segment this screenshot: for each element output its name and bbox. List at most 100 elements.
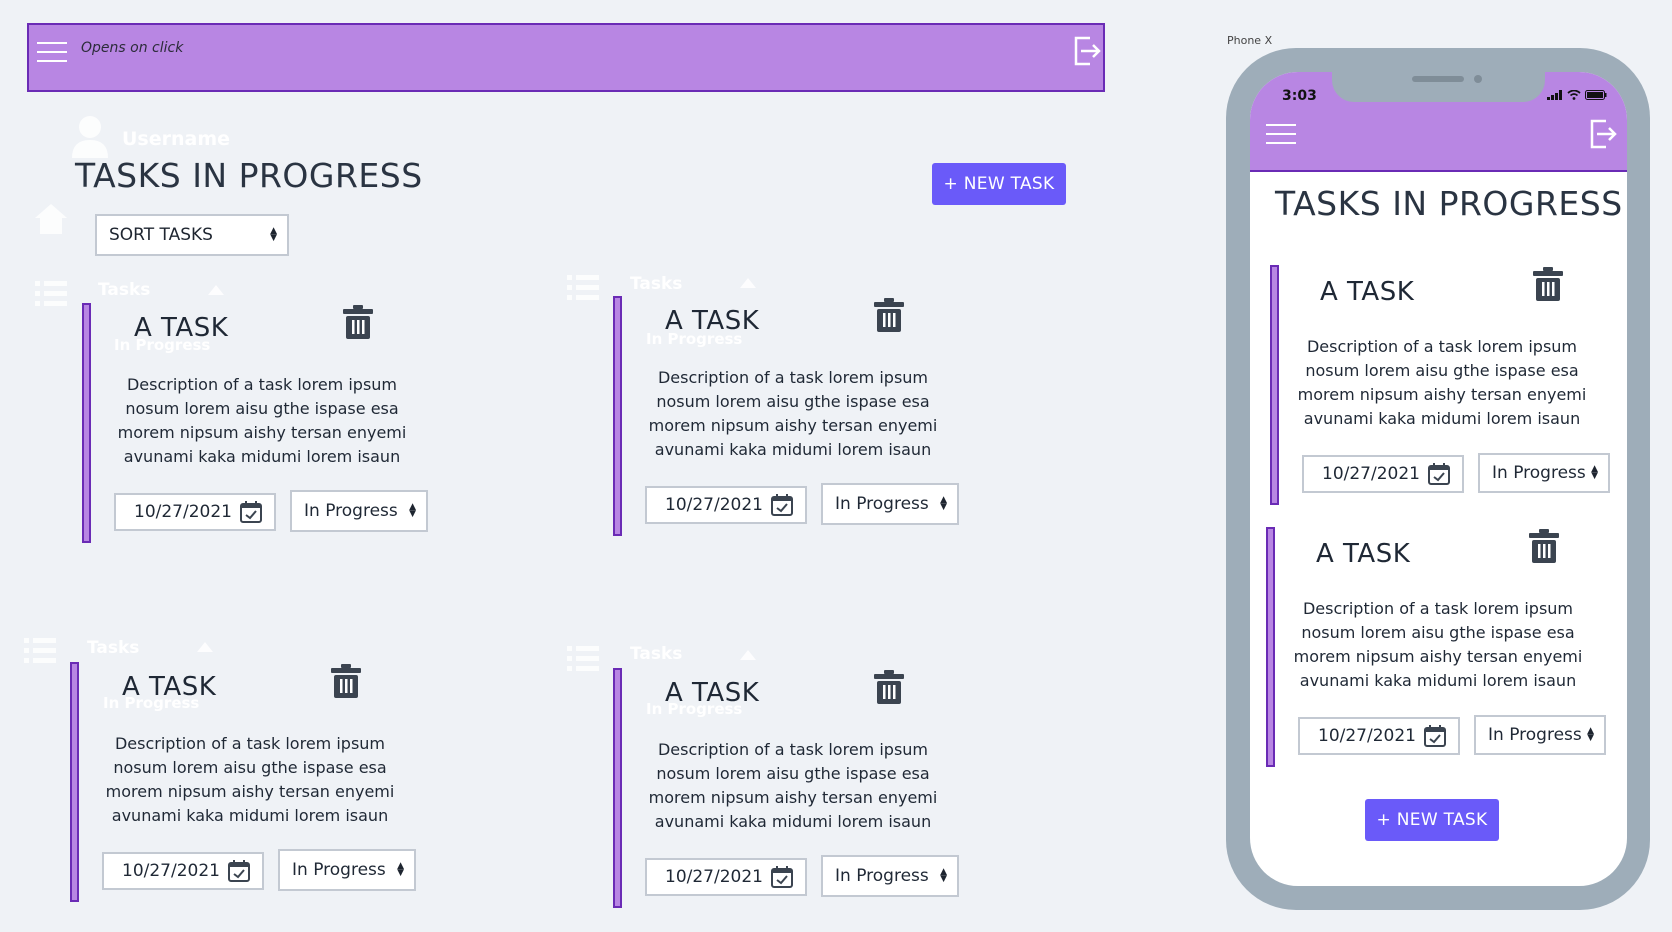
phone-nav-bar: 3:03	[1250, 72, 1627, 172]
top-nav-bar: Opens on click	[27, 23, 1105, 92]
calendar-icon[interactable]	[1424, 725, 1446, 747]
task-title: A TASK	[1316, 539, 1411, 569]
task-date-field[interactable]: 10/27/2021	[1302, 455, 1464, 493]
task-date: 10/27/2021	[134, 502, 232, 522]
sort-tasks-label: SORT TASKS	[109, 225, 213, 245]
camera	[1474, 75, 1482, 83]
phone-notch	[1332, 72, 1545, 102]
task-status-select[interactable]: In Progress ▲ ▼	[278, 849, 416, 891]
task-title: A TASK	[665, 306, 760, 336]
trash-icon[interactable]	[1528, 529, 1560, 563]
battery-icon	[1585, 90, 1607, 100]
task-description: Description of a task lorem ipsum nosum …	[1297, 337, 1587, 428]
speaker	[1412, 76, 1464, 82]
task-description: Description of a task lorem ipsum nosum …	[648, 368, 938, 459]
task-description: Description of a task lorem ipsum nosum …	[1293, 599, 1583, 690]
task-card: A TASK Description of a task lorem ipsum…	[1270, 265, 1610, 505]
user-icon	[72, 116, 108, 158]
ghost-tasks-label: Tasks	[98, 280, 151, 300]
select-arrows-icon: ▲ ▼	[1591, 464, 1598, 481]
task-title: A TASK	[1320, 277, 1415, 307]
task-date: 10/27/2021	[1318, 726, 1416, 746]
list-icon	[567, 646, 599, 671]
device-label: Phone X	[1227, 34, 1273, 47]
task-accent-bar	[70, 662, 79, 902]
phone-screen: 3:03 TASKS IN PROGRESS A TASK Descriptio…	[1250, 72, 1627, 886]
page-title: TASKS IN PROGRESS	[75, 156, 423, 195]
list-icon	[24, 638, 56, 663]
task-status-select[interactable]: In Progress ▲ ▼	[821, 483, 959, 525]
status-time: 3:03	[1282, 88, 1317, 104]
hamburger-icon[interactable]	[37, 42, 67, 62]
task-description: Description of a task lorem ipsum nosum …	[105, 734, 395, 825]
task-status-select[interactable]: In Progress ▲ ▼	[290, 490, 428, 532]
select-arrows-icon: ▲ ▼	[397, 861, 404, 878]
task-status: In Progress	[304, 501, 398, 521]
trash-icon[interactable]	[873, 298, 905, 332]
list-icon	[35, 281, 67, 306]
task-status-select[interactable]: In Progress ▲ ▼	[821, 855, 959, 897]
calendar-icon[interactable]	[1428, 463, 1450, 485]
task-status: In Progress	[835, 866, 929, 886]
task-accent-bar	[613, 296, 622, 536]
trash-icon[interactable]	[1532, 267, 1564, 301]
task-status: In Progress	[1488, 725, 1582, 745]
select-arrows-icon: ▲ ▼	[409, 502, 416, 519]
task-card: A TASK Description of a task lorem ipsum…	[1266, 527, 1606, 767]
task-date: 10/27/2021	[665, 867, 763, 887]
new-task-button[interactable]: + NEW TASK	[932, 163, 1066, 205]
list-icon	[567, 275, 599, 300]
task-description: Description of a task lorem ipsum nosum …	[648, 740, 938, 831]
task-card: A TASK Description of a task lorem ipsum…	[82, 303, 442, 543]
task-accent-bar	[82, 303, 91, 543]
ghost-tasks-label: Tasks	[87, 638, 140, 658]
task-date: 10/27/2021	[665, 495, 763, 515]
select-arrows-icon: ▲ ▼	[940, 495, 947, 512]
task-card: A TASK Description of a task lorem ipsum…	[613, 668, 973, 908]
exit-icon[interactable]	[1073, 35, 1101, 67]
task-date-field[interactable]: 10/27/2021	[645, 486, 807, 524]
trash-icon[interactable]	[873, 670, 905, 704]
hamburger-icon[interactable]	[1266, 124, 1296, 144]
exit-icon[interactable]	[1589, 118, 1617, 150]
calendar-icon[interactable]	[771, 866, 793, 888]
task-date-field[interactable]: 10/27/2021	[1298, 717, 1460, 755]
task-status-select[interactable]: In Progress ▲ ▼	[1478, 453, 1610, 493]
sort-tasks-select[interactable]: SORT TASKS ▲ ▼	[95, 214, 289, 256]
home-icon	[35, 204, 67, 234]
phone-page-title: TASKS IN PROGRESS	[1275, 184, 1623, 223]
task-accent-bar	[1266, 527, 1275, 767]
select-arrows-icon: ▲ ▼	[270, 226, 277, 243]
task-date-field[interactable]: 10/27/2021	[102, 852, 264, 890]
status-icons	[1547, 90, 1607, 100]
calendar-icon[interactable]	[771, 494, 793, 516]
menu-note: Opens on click	[81, 40, 184, 56]
trash-icon[interactable]	[342, 305, 374, 339]
task-status: In Progress	[292, 860, 386, 880]
wifi-icon	[1567, 90, 1581, 100]
caret-up-icon	[740, 278, 756, 288]
task-status: In Progress	[1492, 463, 1586, 483]
calendar-icon[interactable]	[240, 501, 262, 523]
task-title: A TASK	[665, 678, 760, 708]
ghost-tasks-label: Tasks	[630, 274, 683, 294]
task-date-field[interactable]: 10/27/2021	[645, 858, 807, 896]
task-status: In Progress	[835, 494, 929, 514]
signal-icon	[1547, 90, 1562, 100]
caret-up-icon	[740, 650, 756, 660]
ghost-tasks-label: Tasks	[630, 644, 683, 664]
task-status-select[interactable]: In Progress ▲ ▼	[1474, 715, 1606, 755]
task-accent-bar	[613, 668, 622, 908]
calendar-icon[interactable]	[228, 860, 250, 882]
ghost-username: Username	[122, 128, 231, 150]
phone-new-task-button[interactable]: + NEW TASK	[1365, 799, 1499, 841]
select-arrows-icon: ▲ ▼	[940, 867, 947, 884]
task-title: A TASK	[134, 313, 229, 343]
task-date: 10/27/2021	[1322, 464, 1420, 484]
task-description: Description of a task lorem ipsum nosum …	[117, 375, 407, 466]
caret-up-icon	[208, 285, 224, 295]
task-title: A TASK	[122, 672, 217, 702]
caret-up-icon	[197, 642, 213, 652]
task-date-field[interactable]: 10/27/2021	[114, 493, 276, 531]
trash-icon[interactable]	[330, 664, 362, 698]
